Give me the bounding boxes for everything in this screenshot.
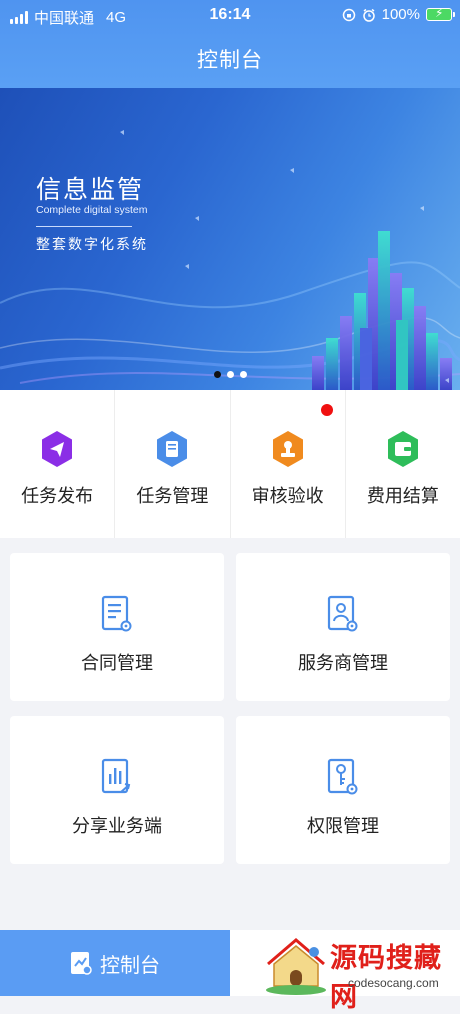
quick-action-review[interactable]: 审核验收 xyxy=(231,390,346,538)
page-title: 控制台 xyxy=(197,49,263,72)
alarm-icon xyxy=(362,8,375,22)
tab-dashboard[interactable]: 控制台 xyxy=(0,930,230,996)
chart-share-icon xyxy=(101,758,131,794)
quick-action-settlement[interactable]: 费用结算 xyxy=(346,390,460,538)
battery-icon: ⚡ xyxy=(426,6,455,21)
card-label: 分享业务端 xyxy=(72,816,162,836)
quick-action-label: 任务发布 xyxy=(21,486,94,506)
quick-action-task-publish[interactable]: 任务发布 xyxy=(0,390,116,538)
book-icon xyxy=(157,431,188,467)
house-logo-icon xyxy=(266,938,326,995)
key-icon xyxy=(327,758,358,795)
quick-action-task-manage[interactable]: 任务管理 xyxy=(115,390,231,538)
carousel-indicator xyxy=(214,371,247,378)
stamp-icon xyxy=(272,431,303,467)
carousel-dot-3[interactable] xyxy=(240,371,247,378)
card-share-business[interactable]: 分享业务端 xyxy=(10,716,224,864)
bottom-tab-bar: 控制台 源码搜藏网 codesocang.com xyxy=(0,930,460,1012)
battery-percent: 100% xyxy=(381,6,420,23)
notification-badge xyxy=(320,404,333,416)
send-icon xyxy=(42,431,73,467)
contract-icon xyxy=(101,595,132,632)
banner-carousel[interactable]: 信息监管 Complete digital system 整套数字化系统 xyxy=(0,88,460,390)
banner-subtitle: Complete digital system xyxy=(36,204,148,216)
status-bar: 中国联通 4G 16:14 100% ⚡ xyxy=(0,0,460,30)
card-provider-management[interactable]: 服务商管理 xyxy=(236,553,450,701)
quick-action-label: 审核验收 xyxy=(251,486,324,506)
card-label: 服务商管理 xyxy=(298,653,388,673)
carousel-dot-2[interactable] xyxy=(227,371,234,378)
quick-action-label: 费用结算 xyxy=(366,486,439,506)
watermark-url: codesocang.com xyxy=(348,976,439,990)
card-contract-management[interactable]: 合同管理 xyxy=(10,553,224,701)
quick-action-label: 任务管理 xyxy=(136,486,209,506)
wallet-icon xyxy=(387,431,418,467)
quick-actions: 任务发布 任务管理 审核验收 费用结算 xyxy=(0,390,460,538)
card-label: 权限管理 xyxy=(307,816,379,836)
banner-title: 信息监管 xyxy=(36,176,145,204)
app-header: 中国联通 4G 16:14 100% ⚡ 控制台 xyxy=(0,0,460,88)
banner-slogan: 整套数字化系统 xyxy=(36,236,148,252)
banner-divider xyxy=(36,226,132,227)
watermark-text: 源码搜藏网 xyxy=(330,943,442,1012)
tab-dashboard-label: 控制台 xyxy=(100,954,160,977)
carousel-dot-1[interactable] xyxy=(214,371,221,378)
watermark-logo: 源码搜藏网 codesocang.com xyxy=(262,930,460,1012)
card-label: 合同管理 xyxy=(81,653,153,673)
rotation-lock-icon xyxy=(342,8,355,21)
card-permission-management[interactable]: 权限管理 xyxy=(236,716,450,864)
dashboard-icon xyxy=(71,952,92,975)
provider-icon xyxy=(327,595,358,632)
